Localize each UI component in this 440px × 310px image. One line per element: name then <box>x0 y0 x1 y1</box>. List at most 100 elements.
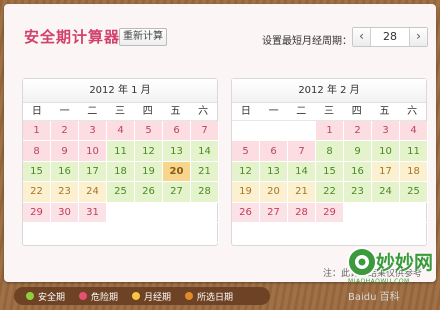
day-cell[interactable]: 29 <box>23 202 51 223</box>
chevron-right-icon: › <box>416 29 421 43</box>
empty-cell <box>400 202 428 223</box>
day-cell[interactable]: 22 <box>23 182 51 203</box>
day-cell[interactable]: 22 <box>316 182 344 203</box>
day-cell[interactable]: 16 <box>344 161 372 183</box>
day-cell[interactable]: 1 <box>23 121 51 142</box>
day-cell[interactable]: 12 <box>232 161 260 183</box>
empty-cell <box>23 222 51 244</box>
day-cell[interactable]: 25 <box>400 182 428 203</box>
day-grid: 1 2 3 4 5 6 7 8 9 10 11 12 13 14 15 16 17 18 19 20 21 22 23 24 2… <box>23 121 219 244</box>
day-cell[interactable]: 21 <box>191 161 219 183</box>
day-cell[interactable]: 11 <box>400 141 428 162</box>
empty-cell <box>191 222 219 244</box>
empty-cell <box>288 121 316 142</box>
day-cell[interactable]: 17 <box>79 161 107 183</box>
page-title: 安全期计算器 <box>24 28 121 46</box>
day-cell[interactable]: 25 <box>107 182 135 203</box>
day-cell[interactable]: 7 <box>191 121 219 142</box>
day-cell[interactable]: 18 <box>400 161 428 183</box>
weekday-header: 日 一 二 三 四 五 六 <box>23 103 217 121</box>
day-cell[interactable]: 15 <box>316 161 344 183</box>
day-cell-selected[interactable]: 20 <box>163 161 191 183</box>
recalculate-button[interactable]: 重新计算 <box>119 28 167 46</box>
day-cell[interactable]: 27 <box>163 182 191 203</box>
day-cell[interactable]: 15 <box>23 161 51 183</box>
empty-cell <box>135 222 163 244</box>
day-cell[interactable]: 24 <box>372 182 400 203</box>
day-cell[interactable]: 11 <box>107 141 135 162</box>
selected-date-dot-icon <box>185 292 194 300</box>
day-cell[interactable]: 5 <box>232 141 260 162</box>
weekday-label: 四 <box>142 106 153 117</box>
empty-cell <box>344 202 372 223</box>
watermark-sub: Baidu 百科 <box>348 292 400 303</box>
decrease-cycle-button[interactable]: ‹ <box>353 28 371 46</box>
day-cell[interactable]: 17 <box>372 161 400 183</box>
day-cell[interactable]: 14 <box>191 141 219 162</box>
empty-cell <box>79 222 107 244</box>
day-cell[interactable]: 21 <box>288 182 316 203</box>
day-cell[interactable]: 23 <box>344 182 372 203</box>
day-cell[interactable]: 24 <box>79 182 107 203</box>
day-cell[interactable]: 19 <box>135 161 163 183</box>
empty-cell <box>288 222 316 244</box>
day-cell[interactable]: 3 <box>372 121 400 142</box>
day-cell[interactable]: 23 <box>51 182 79 203</box>
day-cell[interactable]: 31 <box>79 202 107 223</box>
cycle-length-value[interactable]: 28 <box>371 28 409 46</box>
calendar-month-title: 2012 年 2 月 <box>232 79 426 103</box>
legend-item-selected: 所选日期 <box>185 290 233 303</box>
watermark-brand: 妙妙网 <box>376 252 434 274</box>
increase-cycle-button[interactable]: › <box>409 28 427 46</box>
day-cell[interactable]: 2 <box>51 121 79 142</box>
day-cell[interactable]: 26 <box>232 202 260 223</box>
legend-item-danger: 危险期 <box>79 290 118 303</box>
day-cell[interactable]: 28 <box>288 202 316 223</box>
menstrual-period-dot-icon <box>132 292 141 300</box>
day-cell[interactable]: 9 <box>344 141 372 162</box>
day-cell[interactable]: 14 <box>288 161 316 183</box>
empty-cell <box>163 222 191 244</box>
day-cell[interactable]: 13 <box>163 141 191 162</box>
day-cell[interactable]: 1 <box>316 121 344 142</box>
day-cell[interactable]: 10 <box>372 141 400 162</box>
day-cell[interactable]: 4 <box>107 121 135 142</box>
day-cell[interactable]: 7 <box>288 141 316 162</box>
day-cell[interactable]: 8 <box>316 141 344 162</box>
day-cell[interactable]: 9 <box>51 141 79 162</box>
empty-cell <box>51 222 79 244</box>
day-cell[interactable]: 6 <box>260 141 288 162</box>
empty-cell <box>107 202 135 223</box>
day-cell[interactable]: 4 <box>400 121 428 142</box>
day-grid: 1 2 3 4 5 6 7 8 9 10 11 12 13 14 15 16 17 18 19 20 21 22 23 24 2… <box>232 121 428 244</box>
danger-period-dot-icon <box>79 292 88 300</box>
legend-label: 月经期 <box>144 292 172 303</box>
cycle-length-label: 设置最短月经周期： <box>262 36 352 47</box>
calendar-month-title: 2012 年 1 月 <box>23 79 217 103</box>
day-cell[interactable]: 29 <box>316 202 344 223</box>
day-cell[interactable]: 28 <box>191 182 219 203</box>
day-cell[interactable]: 26 <box>135 182 163 203</box>
day-cell[interactable]: 19 <box>232 182 260 203</box>
day-cell[interactable]: 16 <box>51 161 79 183</box>
cycle-length-stepper[interactable]: ‹ 28 › <box>352 27 428 47</box>
day-cell[interactable]: 5 <box>135 121 163 142</box>
day-cell[interactable]: 13 <box>260 161 288 183</box>
empty-cell <box>372 202 400 223</box>
day-cell[interactable]: 10 <box>79 141 107 162</box>
empty-cell <box>107 222 135 244</box>
empty-cell <box>135 202 163 223</box>
day-cell[interactable]: 20 <box>260 182 288 203</box>
day-cell[interactable]: 27 <box>260 202 288 223</box>
day-cell[interactable]: 18 <box>107 161 135 183</box>
chevron-left-icon: ‹ <box>359 29 364 43</box>
empty-cell <box>260 121 288 142</box>
weekday-label: 五 <box>170 106 181 117</box>
day-cell[interactable]: 12 <box>135 141 163 162</box>
legend-bar: 安全期 危险期 月经期 所选日期 <box>14 287 270 305</box>
day-cell[interactable]: 2 <box>344 121 372 142</box>
day-cell[interactable]: 3 <box>79 121 107 142</box>
day-cell[interactable]: 6 <box>163 121 191 142</box>
day-cell[interactable]: 30 <box>51 202 79 223</box>
day-cell[interactable]: 8 <box>23 141 51 162</box>
